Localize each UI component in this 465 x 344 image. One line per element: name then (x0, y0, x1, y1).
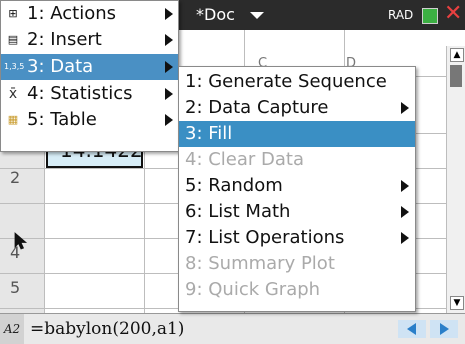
submenu-item-label: 7: List Operations (185, 227, 345, 248)
submenu-arrow-icon (165, 61, 173, 73)
submenu-item-label: 6: List Math (185, 201, 291, 222)
submenu-item-list-operations[interactable]: 7: List Operations (179, 225, 415, 251)
cell-reference: A2 (0, 314, 24, 344)
arrow-left-icon (407, 323, 416, 335)
close-icon[interactable]: ✕ (444, 3, 462, 25)
menu-item-table[interactable]: ▦ 5: Table (1, 107, 178, 133)
history-forward-button[interactable] (430, 320, 458, 338)
menu-item-label: 1: Actions (27, 3, 116, 24)
submenu-item-random[interactable]: 5: Random (179, 173, 415, 199)
entry-line: A2 =babylon(200,a1) (0, 313, 465, 344)
submenu-arrow-icon (165, 34, 173, 46)
menu-item-statistics[interactable]: x̄ 4: Statistics (1, 81, 178, 107)
menu-item-label: 4: Statistics (27, 83, 133, 104)
submenu-item-generate-sequence[interactable]: 1: Generate Sequence (179, 69, 415, 95)
statistics-icon: x̄ (8, 86, 18, 102)
scroll-up-icon[interactable]: ▲ (450, 48, 464, 62)
battery-icon (422, 8, 438, 24)
menu-item-data[interactable]: 1,3,5 3: Data (1, 54, 178, 80)
table-icon: ▦ (7, 113, 19, 126)
submenu-arrow-icon (401, 102, 409, 114)
submenu-arrow-icon (401, 180, 409, 192)
mouse-pointer-icon (14, 232, 28, 250)
scroll-down-icon[interactable]: ▼ (450, 296, 464, 310)
submenu-arrow-icon (165, 88, 173, 100)
submenu-item-summary-plot: 8: Summary Plot (185, 253, 335, 274)
submenu-item-label: 5: Random (185, 175, 283, 196)
data-icon: 1,3,5 (4, 62, 25, 71)
row-number-5[interactable]: 5 (0, 276, 44, 300)
main-menu: ⊞ 1: Actions ▤ 2: Insert 1,3,5 3: Data x… (0, 0, 179, 152)
submenu-item-clear-data: 4: Clear Data (185, 149, 305, 170)
menu-item-actions[interactable]: ⊞ 1: Actions (1, 1, 178, 27)
submenu-arrow-icon (165, 114, 173, 126)
menu-item-label: 3: Data (27, 56, 94, 77)
chevron-down-icon[interactable] (250, 12, 264, 19)
submenu-item-fill[interactable]: 3: Fill (179, 121, 415, 147)
submenu-item-data-capture[interactable]: 2: Data Capture (179, 95, 415, 121)
row-number-2[interactable]: 2 (0, 166, 44, 190)
document-title[interactable]: *Doc (196, 0, 235, 30)
insert-icon: ▤ (7, 33, 19, 46)
menu-item-label: 2: Insert (27, 29, 102, 50)
menu-item-label: 5: Table (27, 109, 97, 130)
submenu-arrow-icon (401, 206, 409, 218)
submenu-arrow-icon (165, 8, 173, 20)
history-back-button[interactable] (398, 320, 426, 338)
submenu-item-quick-graph: 9: Quick Graph (185, 279, 321, 300)
angle-mode-label: RAD (388, 8, 414, 22)
formula-input[interactable]: =babylon(200,a1) (30, 314, 184, 344)
actions-icon: ⊞ (8, 7, 18, 20)
scrollbar-thumb[interactable] (450, 65, 462, 87)
arrow-right-icon (440, 323, 449, 335)
menu-item-insert[interactable]: ▤ 2: Insert (1, 27, 178, 53)
data-submenu: 1: Generate Sequence 2: Data Capture 3: … (178, 66, 416, 312)
submenu-item-list-math[interactable]: 6: List Math (179, 199, 415, 225)
submenu-item-label: 2: Data Capture (185, 97, 329, 118)
submenu-arrow-icon (401, 232, 409, 244)
